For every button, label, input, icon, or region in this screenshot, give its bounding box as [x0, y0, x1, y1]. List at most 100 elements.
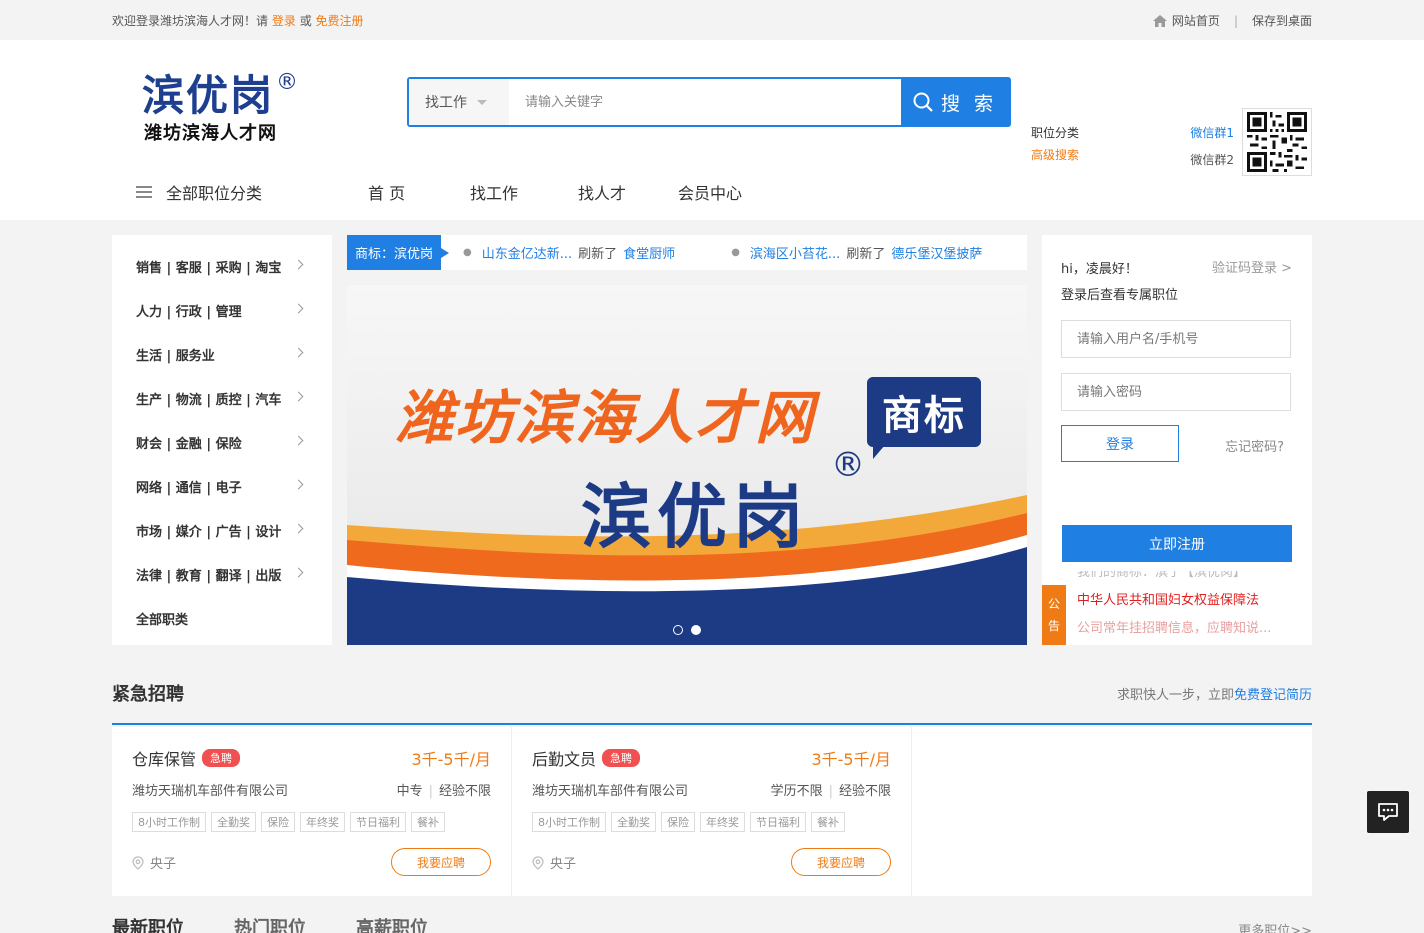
job-tabs: 最新职位 热门职位 高薪职位 更多职位>>	[112, 914, 1312, 933]
category-label: 市场 | 媒介 | 广告 | 设计	[136, 524, 282, 540]
ticker-company-link[interactable]: 山东金亿达新...	[482, 243, 572, 262]
or-text: 或	[299, 14, 312, 28]
logo-subtitle: 潍坊滨海人才网	[144, 123, 277, 144]
login-panel: hi，凌晨好！ 验证码登录 > 登录后查看专属职位 登录 忘记密码? 立即注册 …	[1042, 235, 1312, 645]
category-item[interactable]: 生活 | 服务业	[112, 332, 332, 376]
nav-find-job[interactable]: 找工作	[470, 180, 518, 204]
job-title-link[interactable]: 后勤文员	[532, 746, 596, 770]
login-button[interactable]: 登录	[1061, 425, 1179, 462]
login-link[interactable]: 登录	[272, 14, 296, 28]
apply-button[interactable]: 我要应聘	[791, 848, 891, 876]
banner-headline: 潍坊滨海人才网	[395, 384, 816, 452]
job-location: 央子	[132, 853, 176, 872]
category-item[interactable]: 财会 | 金融 | 保险	[112, 420, 332, 464]
ticker-job-link[interactable]: 德乐堡汉堡披萨	[891, 243, 982, 262]
nav-member-center[interactable]: 会员中心	[678, 180, 742, 204]
password-input[interactable]	[1061, 373, 1291, 411]
tab-hot-jobs[interactable]: 热门职位	[234, 914, 306, 933]
banner-brand: 滨优岗	[581, 476, 809, 558]
category-item[interactable]: 网络 | 通信 | 电子	[112, 464, 332, 508]
carousel-dot-active[interactable]	[691, 625, 701, 635]
ticker-item: ● 山东金亿达新... 刷新了 食堂厨师	[463, 243, 675, 262]
bullet-icon: ●	[731, 247, 740, 258]
category-item[interactable]: 人力 | 行政 | 管理	[112, 288, 332, 332]
chat-float-button[interactable]	[1367, 791, 1409, 833]
category-label: 全部职类	[136, 612, 189, 628]
ticker-company-link[interactable]: 滨海区小苔花...	[750, 243, 840, 262]
more-jobs-link[interactable]: 更多职位>>	[1238, 920, 1312, 933]
chevron-right-icon	[293, 523, 304, 534]
search-button[interactable]: 搜 索	[901, 79, 1009, 125]
notice-tag-char: 告	[1047, 619, 1060, 633]
username-input[interactable]	[1061, 320, 1291, 358]
chevron-right-icon	[293, 303, 304, 314]
greeting-text: hi，凌晨好！	[1061, 262, 1138, 277]
resume-hint: 求职快人一步，立即免费登记简历	[1117, 684, 1312, 703]
notice-item[interactable]: 中华人民共和国妇女权益保障法	[1077, 587, 1297, 615]
category-all[interactable]: 全部职类	[112, 596, 332, 640]
nav-home[interactable]: 首 页	[368, 180, 405, 204]
ticker-job-link[interactable]: 食堂厨师	[623, 243, 675, 262]
chevron-down-icon	[477, 99, 487, 105]
category-label: 法律 | 教育 | 翻译 | 出版	[136, 568, 282, 584]
forgot-password-link[interactable]: 忘记密码?	[1225, 436, 1284, 455]
chevron-right-icon	[293, 567, 304, 578]
welfare-tag: 保险	[661, 812, 695, 832]
job-card[interactable]: 仓库保管 急聘 3千-5千/月 潍坊天瑞机车部件有限公司 中专 | 经验不限 8小时工…	[112, 727, 512, 896]
job-category-link[interactable]: 职位分类	[1031, 126, 1079, 140]
job-card[interactable]: 后勤文员 急聘 3千-5千/月 潍坊天瑞机车部件有限公司 学历不限 | 经验不限 8小…	[512, 727, 912, 896]
chevron-right-icon	[293, 479, 304, 490]
notice-item[interactable]: 公司常年挂招聘信息，应聘知说...	[1077, 615, 1297, 643]
notice-item[interactable]: 我们的商标：滨于【滨优岗】	[1077, 571, 1297, 587]
nav-find-talent[interactable]: 找人才	[578, 180, 626, 204]
site-logo[interactable]: 滨优岗® 潍坊滨海人才网	[142, 64, 322, 145]
company-link[interactable]: 潍坊天瑞机车部件有限公司	[532, 780, 688, 799]
search-type-select[interactable]: 找工作	[409, 79, 509, 125]
tab-high-salary-jobs[interactable]: 高薪职位	[356, 914, 428, 933]
search-button-label: 搜 索	[940, 92, 998, 115]
tab-latest-jobs[interactable]: 最新职位	[112, 914, 184, 933]
advanced-search-link[interactable]: 高级搜索	[1031, 148, 1079, 162]
job-title-link[interactable]: 仓库保管	[132, 746, 196, 770]
home-icon	[1152, 14, 1167, 27]
all-categories-menu[interactable]: 全部职位分类	[136, 180, 262, 204]
job-requirements: 中专 | 经验不限	[396, 784, 491, 799]
job-title: 后勤文员 急聘	[532, 746, 641, 770]
location-pin-icon	[532, 855, 544, 870]
notice-list: 我们的商标：滨于【滨优岗】 中华人民共和国妇女权益保障法 公司常年挂招聘信息，应…	[1077, 571, 1297, 645]
registered-mark: ®	[831, 445, 865, 485]
apply-button[interactable]: 我要应聘	[391, 848, 491, 876]
banner-badge: 商标	[867, 377, 981, 459]
site-home-link[interactable]: 网站首页	[1172, 12, 1220, 29]
register-link[interactable]: 免费注册	[316, 14, 364, 28]
welfare-tag: 节日福利	[750, 812, 806, 832]
welcome-prefix: 欢迎登录潍坊滨海人才网！请	[112, 14, 269, 28]
sms-login-link[interactable]: 验证码登录 >	[1212, 257, 1292, 276]
save-desktop-link[interactable]: 保存到桌面	[1252, 12, 1312, 29]
category-label: 销售 | 客服 | 采购 | 淘宝	[136, 260, 282, 276]
category-item[interactable]: 法律 | 教育 | 翻译 | 出版	[112, 552, 332, 596]
category-item[interactable]: 生产 | 物流 | 质控 | 汽车	[112, 376, 332, 420]
divider: |	[1233, 13, 1238, 28]
urgent-badge: 急聘	[202, 749, 241, 767]
notice-tag-char: 公	[1047, 597, 1060, 611]
category-item[interactable]: 市场 | 媒介 | 广告 | 设计	[112, 508, 332, 552]
category-label: 生活 | 服务业	[136, 348, 215, 364]
search-type-label: 找工作	[425, 95, 467, 111]
register-button[interactable]: 立即注册	[1062, 525, 1292, 562]
banner-carousel[interactable]: 潍坊滨海人才网 商标 ® 滨优岗	[347, 285, 1027, 645]
section-title: 紧急招聘	[112, 684, 184, 705]
register-resume-link[interactable]: 免费登记简历	[1234, 688, 1312, 703]
welfare-tag: 保险	[261, 812, 295, 832]
carousel-dot[interactable]	[673, 625, 683, 635]
company-link[interactable]: 潍坊天瑞机车部件有限公司	[132, 780, 288, 799]
job-title: 仓库保管 急聘	[132, 746, 241, 770]
ticker-action: 刷新了	[578, 247, 618, 262]
chevron-right-icon	[293, 259, 304, 270]
wechat-group-2[interactable]: 微信群2	[1190, 153, 1234, 167]
search-input[interactable]	[509, 79, 901, 125]
category-item[interactable]: 销售 | 客服 | 采购 | 淘宝	[112, 244, 332, 288]
wechat-group-1[interactable]: 微信群1	[1190, 126, 1234, 140]
urgent-section-header: 紧急招聘 求职快人一步，立即免费登记简历	[112, 676, 1312, 725]
welfare-tag: 8小时工作制	[532, 812, 606, 832]
